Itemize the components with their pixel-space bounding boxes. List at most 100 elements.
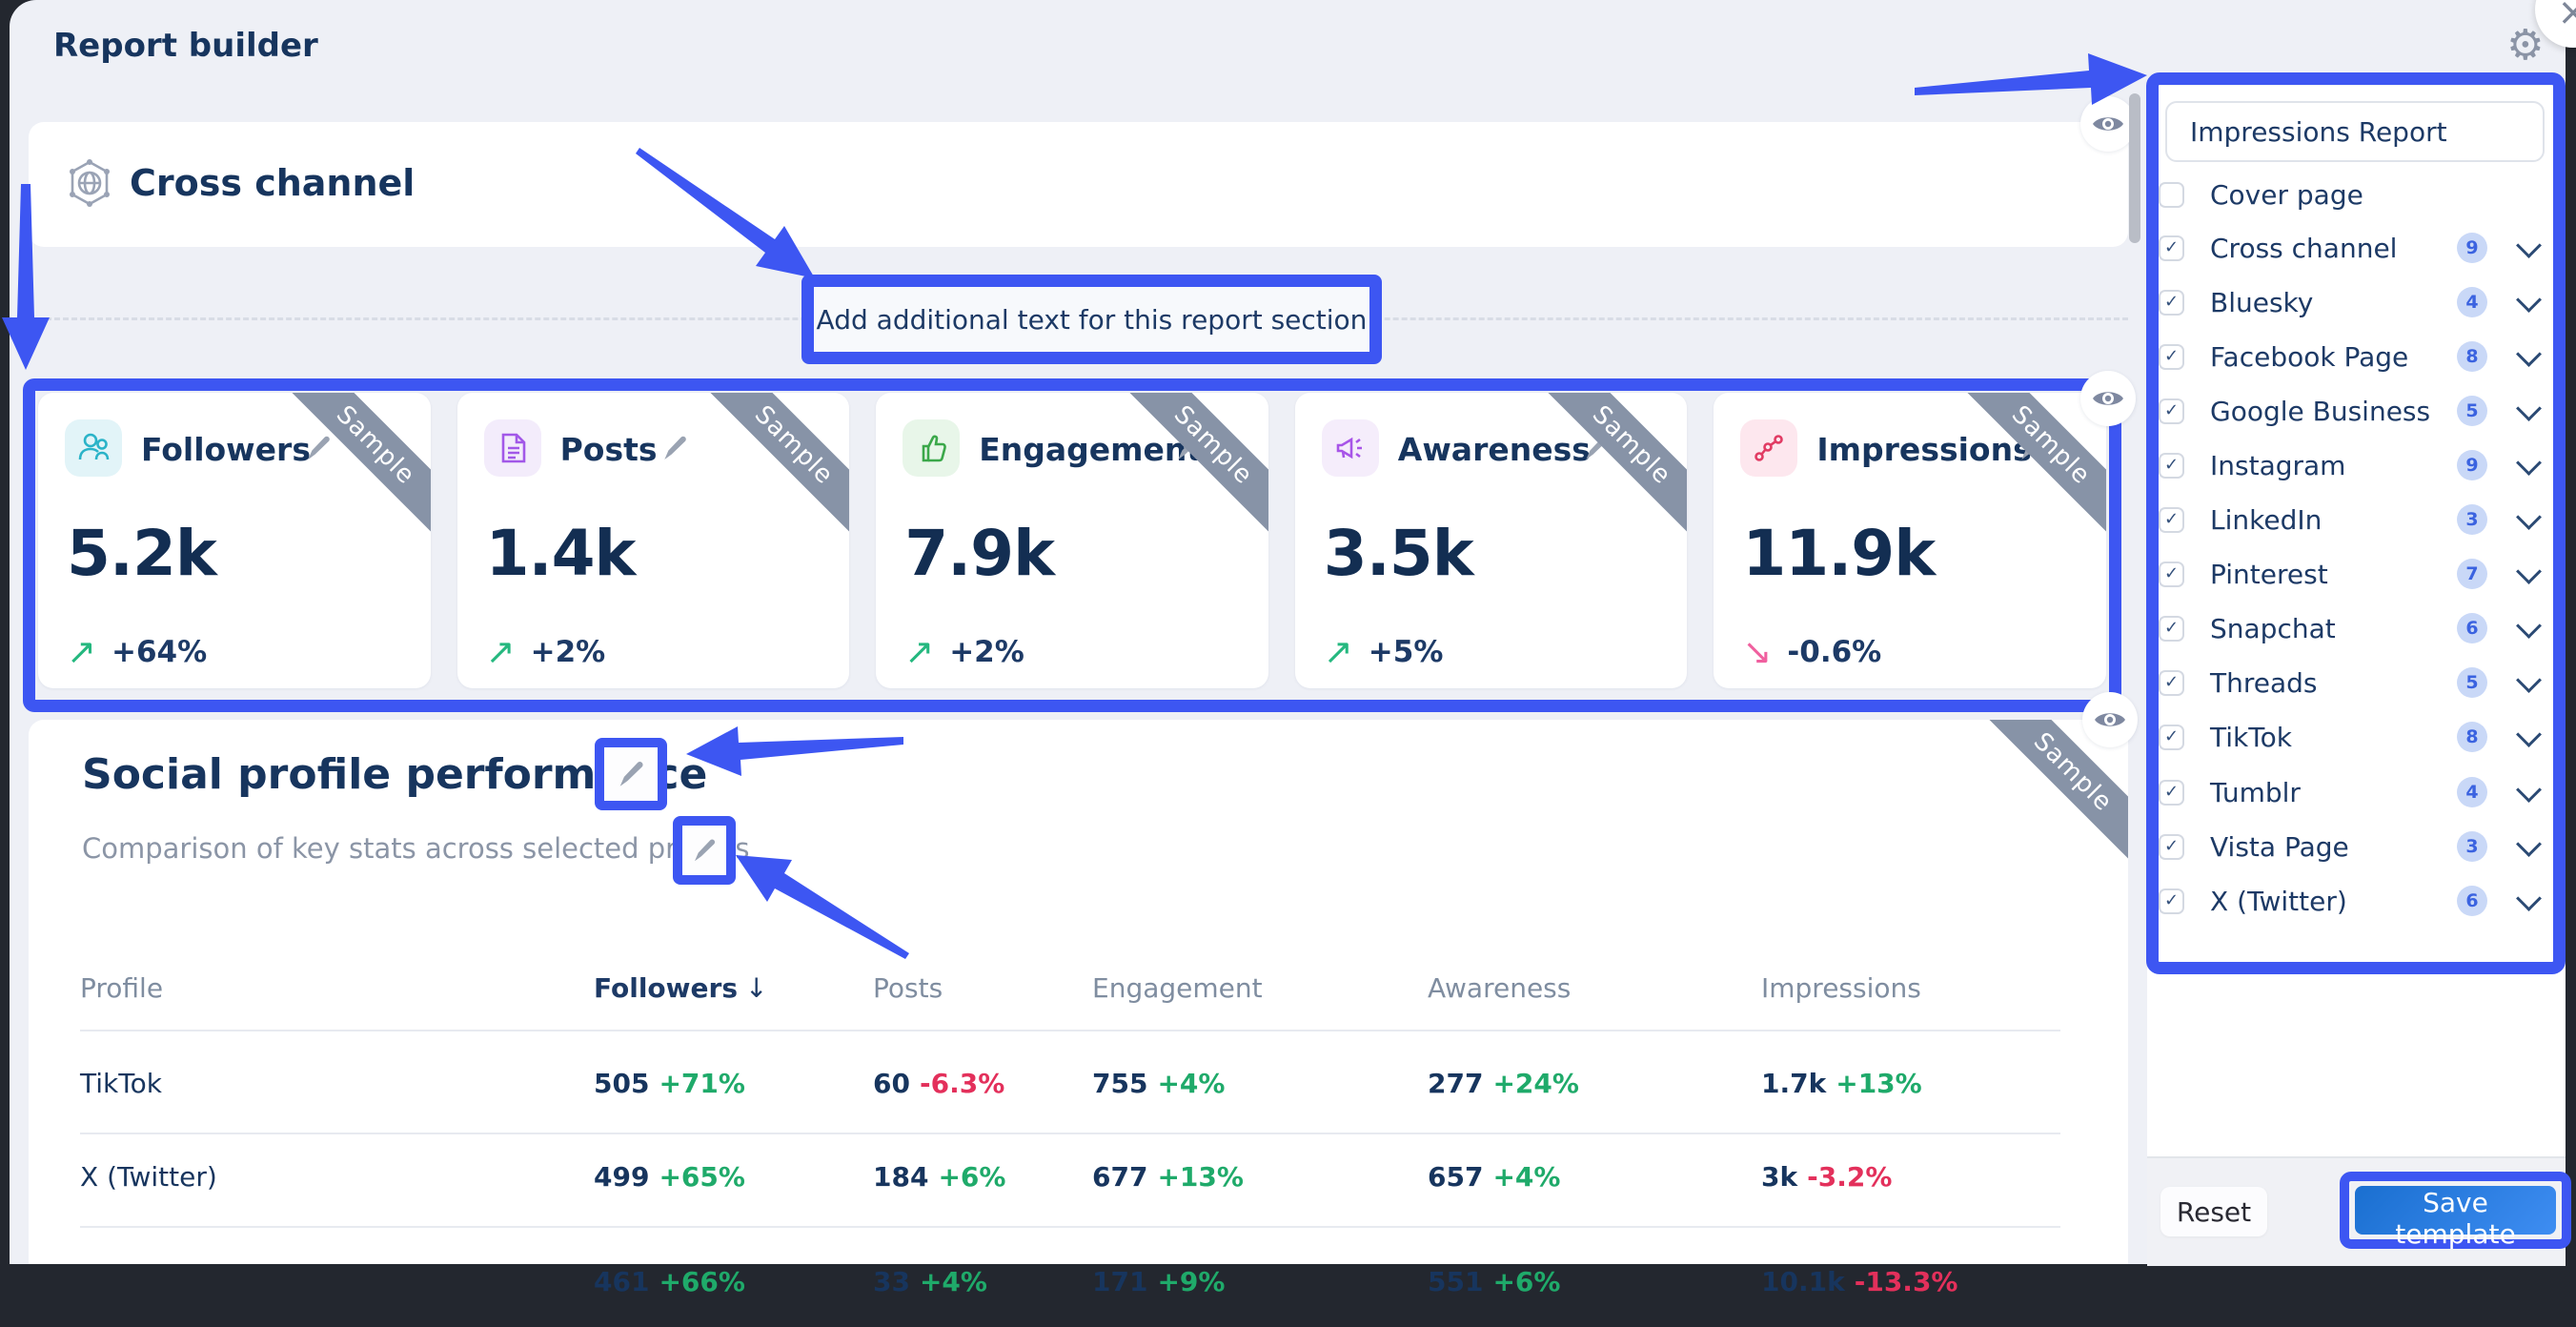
checkbox-checked[interactable] (2159, 888, 2184, 914)
cell-value: 461 (594, 1266, 649, 1297)
checkbox-checked[interactable] (2159, 561, 2184, 587)
social-section-subtitle: Comparison of key stats across selected … (82, 832, 749, 865)
delta-value: +64% (112, 635, 207, 669)
checkbox-checked[interactable] (2159, 670, 2184, 696)
card-awareness: Awareness 3.5k ↗ +5% Sample (1295, 393, 1688, 688)
vertical-scrollbar[interactable] (2129, 93, 2140, 243)
engagement-icon (903, 419, 960, 477)
chevron-down-icon[interactable] (2516, 504, 2542, 530)
checkbox-checked[interactable] (2159, 453, 2184, 479)
profile-cell: X (Twitter) (80, 1161, 594, 1193)
count-badge: 9 (2457, 233, 2487, 263)
chevron-down-icon[interactable] (2516, 722, 2542, 747)
cell-value: 677 (1092, 1161, 1147, 1193)
edit-title-pencil-button[interactable] (595, 738, 667, 810)
sample-ribbon: Sample (1948, 393, 2106, 548)
sidebar-item-vista-page[interactable]: Vista Page 3 (2159, 820, 2551, 873)
checkbox-checked[interactable] (2159, 290, 2184, 316)
edit-pencil-icon[interactable] (303, 433, 334, 463)
sidebar-item-tiktok[interactable]: TikTok 8 (2159, 710, 2551, 764)
cell-value: 33 (873, 1266, 910, 1297)
column-header-awareness[interactable]: Awareness (1428, 972, 1761, 1004)
card-value: 1.4k (486, 517, 636, 590)
chevron-down-icon[interactable] (2516, 886, 2542, 911)
posts-cell: 33+4% (873, 1266, 1092, 1297)
cell-delta: +66% (659, 1266, 744, 1297)
edit-pencil-icon[interactable] (659, 433, 690, 463)
trend-down-icon: ↘ (1742, 631, 1772, 672)
column-header-posts[interactable]: Posts (873, 972, 1092, 1004)
count-badge: 6 (2457, 886, 2487, 916)
card-value: 5.2k (67, 517, 216, 590)
sidebar-item-facebook-page[interactable]: Facebook Page 8 (2159, 330, 2551, 383)
checkbox-checked[interactable] (2159, 616, 2184, 642)
edit-subtitle-pencil-button[interactable] (673, 816, 736, 885)
impressions-cell: 1.7k+13% (1761, 1068, 2081, 1099)
chevron-down-icon[interactable] (2516, 341, 2542, 367)
checkbox-checked[interactable] (2159, 780, 2184, 806)
sidebar-item-linkedin[interactable]: LinkedIn 3 (2159, 493, 2551, 546)
sidebar-item-label: Threads (2210, 667, 2457, 699)
delta-value: +5% (1369, 635, 1444, 669)
chevron-down-icon[interactable] (2516, 831, 2542, 857)
save-template-button[interactable]: Save template (2355, 1186, 2556, 1235)
card-followers: Followers 5.2k ↗ +64% Sample (38, 393, 431, 688)
column-header-engagement[interactable]: Engagement (1092, 972, 1428, 1004)
checkbox-checked[interactable] (2159, 398, 2184, 424)
report-name-input[interactable] (2165, 101, 2545, 162)
chevron-down-icon[interactable] (2516, 450, 2542, 476)
sidebar-item-instagram[interactable]: Instagram 9 (2159, 439, 2551, 492)
social-visibility-eye-icon[interactable] (2082, 692, 2138, 747)
sidebar-item-bluesky[interactable]: Bluesky 4 (2159, 276, 2551, 329)
sidebar-item-threads[interactable]: Threads 5 (2159, 656, 2551, 709)
checkbox-checked[interactable] (2159, 725, 2184, 750)
chevron-down-icon[interactable] (2516, 613, 2542, 639)
sidebar-item-pinterest[interactable]: Pinterest 7 (2159, 547, 2551, 601)
add-text-button[interactable]: Add additional text for this report sect… (801, 275, 1382, 364)
cards-visibility-eye-icon[interactable] (2080, 371, 2136, 426)
card-delta: ↗ +64% (67, 631, 207, 672)
sidebar-item-label: Cover page (2210, 179, 2551, 211)
impressions-icon (1740, 419, 1797, 477)
followers-cell: 499+65% (594, 1161, 873, 1193)
sidebar-item-google-business[interactable]: Google Business 5 (2159, 384, 2551, 438)
cell-delta: +4% (1157, 1068, 1225, 1099)
sidebar-item-label: Google Business (2210, 396, 2457, 427)
column-header-profile[interactable]: Profile (80, 972, 594, 1004)
chevron-down-icon[interactable] (2516, 667, 2542, 693)
profile-cell: TikTok (80, 1068, 594, 1099)
sample-ribbon: Sample (272, 393, 430, 548)
posts-cell: 184+6% (873, 1161, 1092, 1193)
column-header-followers[interactable]: Followers↓ (594, 972, 873, 1004)
column-header-impressions[interactable]: Impressions (1761, 972, 2081, 1004)
checkbox-checked[interactable] (2159, 344, 2184, 370)
section-visibility-eye-icon[interactable] (2080, 96, 2136, 152)
chevron-down-icon[interactable] (2516, 233, 2542, 258)
checkbox-unchecked[interactable] (2159, 182, 2184, 208)
chevron-down-icon[interactable] (2516, 287, 2542, 313)
chevron-down-icon[interactable] (2516, 396, 2542, 421)
sidebar-item-snapchat[interactable]: Snapchat 6 (2159, 602, 2551, 655)
sample-ribbon: Sample (1529, 393, 1687, 548)
cell-delta: -6.3% (920, 1068, 1004, 1099)
reset-button[interactable]: Reset (2160, 1187, 2267, 1236)
sidebar-item-label: Tumblr (2210, 777, 2457, 808)
sidebar-item-cover-page[interactable]: Cover page (2159, 168, 2551, 221)
card-delta: ↗ +2% (904, 631, 1024, 672)
gear-icon[interactable]: ⚙ (2506, 21, 2544, 70)
count-badge: 7 (2457, 559, 2487, 589)
checkbox-checked[interactable] (2159, 235, 2184, 261)
cell-delta: +24% (1492, 1068, 1578, 1099)
sidebar-item-cross-channel[interactable]: Cross channel 9 (2159, 221, 2551, 275)
chevron-down-icon[interactable] (2516, 777, 2542, 803)
followers-icon (65, 419, 122, 477)
sidebar-item-x-twitter[interactable]: X (Twitter) 6 (2159, 874, 2551, 928)
add-text-label: Add additional text for this report sect… (817, 304, 1368, 336)
card-label: Impressions (1816, 431, 2031, 468)
chevron-down-icon[interactable] (2516, 559, 2542, 584)
count-badge: 9 (2457, 450, 2487, 480)
checkbox-checked[interactable] (2159, 507, 2184, 533)
sidebar-item-tumblr[interactable]: Tumblr 4 (2159, 766, 2551, 819)
checkbox-checked[interactable] (2159, 834, 2184, 860)
table-row-partial: 461+66% 33+4% 171+9% 551+6% 10.1k-13.3% (80, 1235, 2081, 1327)
